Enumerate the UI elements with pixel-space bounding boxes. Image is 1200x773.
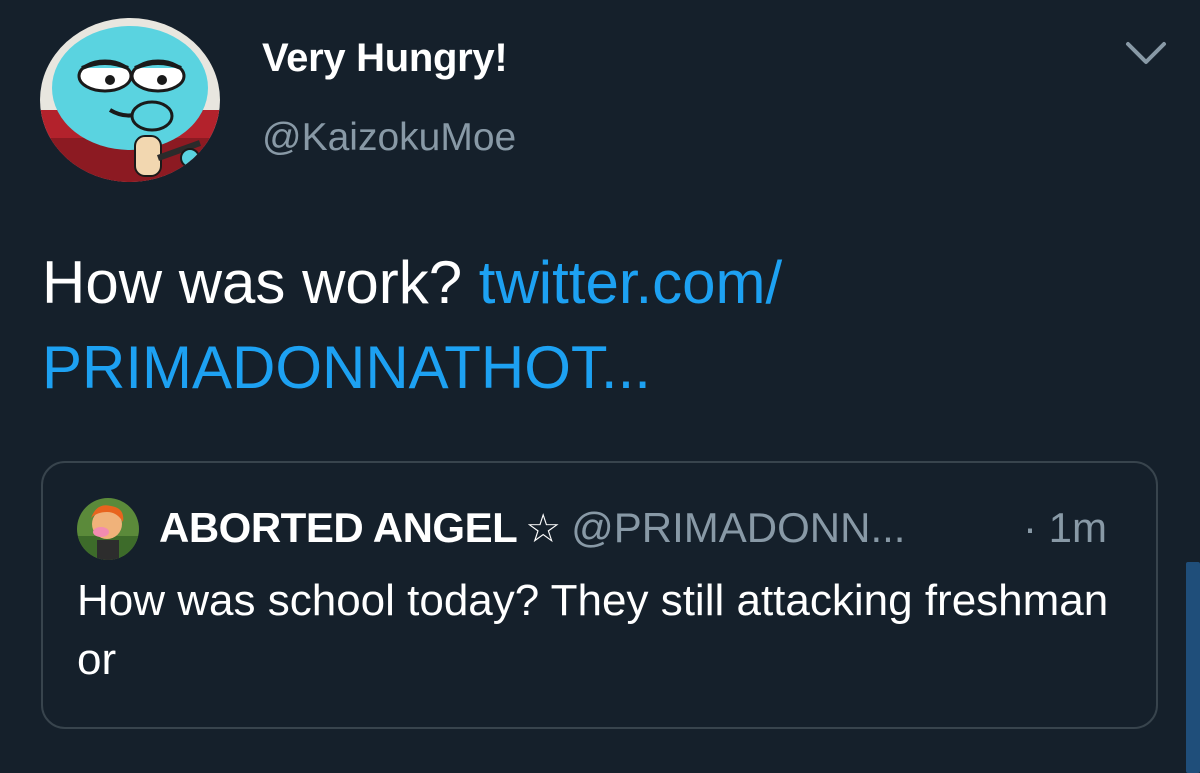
chevron-down-icon[interactable] <box>1124 38 1168 68</box>
star-icon: ☆ <box>525 507 562 551</box>
quoted-timestamp: · 1m <box>1023 504 1107 551</box>
quoted-avatar-image <box>77 498 139 560</box>
tweet-link-line1[interactable]: twitter.com/ <box>479 249 782 316</box>
author-handle[interactable]: @KaizokuMoe <box>262 116 516 160</box>
scrollbar[interactable] <box>1186 562 1200 773</box>
tweet: Very Hungry! @KaizokuMoe How was work? t… <box>0 0 1200 773</box>
tweet-link-line2[interactable]: PRIMADONNATHOT... <box>42 334 651 401</box>
author-avatar-image <box>40 18 220 182</box>
author-display-name[interactable]: Very Hungry! <box>262 36 508 81</box>
quoted-author-avatar <box>77 498 139 560</box>
author-avatar[interactable] <box>40 18 220 182</box>
quoted-header: ABORTED ANGEL ☆ @PRIMADONN... <box>159 503 905 554</box>
tweet-text-body: How was work? <box>42 249 463 316</box>
tweet-text: How was work? twitter.com/PRIMADONNATHOT… <box>42 240 1152 410</box>
quoted-tweet-text: How was school today? They still attacki… <box>77 576 1109 684</box>
quoted-display-name[interactable]: ABORTED ANGEL <box>159 504 518 551</box>
quoted-tweet-card[interactable]: ABORTED ANGEL ☆ @PRIMADONN... · 1m How was… <box>41 461 1158 729</box>
quoted-handle[interactable]: @PRIMADONN... <box>571 504 905 551</box>
